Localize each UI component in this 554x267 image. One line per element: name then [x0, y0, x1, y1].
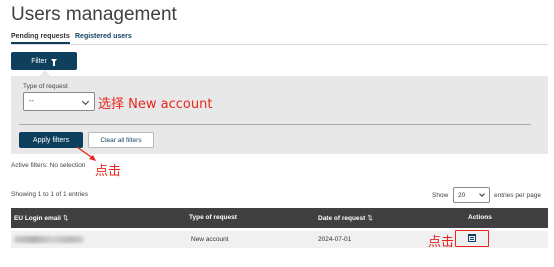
entries-summary: Showing 1 to 1 of 1 entries: [11, 191, 88, 198]
page-size-select[interactable]: 20: [453, 187, 490, 203]
page-title: Users management: [11, 4, 177, 25]
header-date-of-request[interactable]: Date of request ⇅: [318, 214, 373, 222]
show-label: Show: [432, 192, 449, 199]
page-size-value: 20: [458, 192, 466, 199]
active-filters-value: No selection: [49, 162, 86, 169]
action-highlight-box[interactable]: [455, 230, 489, 247]
type-of-request-label: Type of request: [23, 83, 68, 90]
apply-filters-button[interactable]: Apply filters: [19, 132, 83, 148]
tab-registered-users[interactable]: Registered users: [75, 33, 132, 40]
filter-divider: [19, 124, 531, 125]
sort-icon: ⇅: [62, 215, 69, 222]
sort-icon: ⇅: [367, 215, 373, 222]
annotation-apply-hint: 点击: [95, 164, 122, 179]
tab-bar: Pending requests Registered users: [11, 31, 548, 45]
type-of-request-select[interactable]: --: [23, 92, 95, 111]
chevron-down-icon: [479, 191, 485, 197]
type-of-request-value: --: [29, 98, 34, 105]
chevron-down-icon: [81, 97, 90, 106]
funnel-icon: [50, 59, 57, 66]
cell-type-of-request: New account: [191, 236, 229, 243]
header-eu-login-email[interactable]: EU Login email ⇅: [14, 214, 68, 222]
table-header: EU Login email ⇅ Type of request Date of …: [11, 208, 548, 228]
filter-button[interactable]: Filter: [11, 52, 77, 70]
active-filters: Active filters: No selection: [11, 162, 85, 169]
redacted-email: [14, 236, 84, 243]
calendar-icon[interactable]: [468, 234, 476, 242]
annotation-select-hint: 选择 New account: [98, 97, 213, 112]
tab-pending-requests[interactable]: Pending requests: [11, 33, 70, 44]
per-page-label: entries per page: [494, 192, 541, 199]
annotation-action-hint: 点击: [428, 235, 455, 250]
header-actions: Actions: [468, 214, 492, 221]
active-filters-label: Active filters:: [11, 162, 48, 169]
filter-button-label: Filter: [31, 57, 47, 65]
header-type-of-request: Type of request: [189, 214, 237, 221]
cell-date-of-request: 2024-07-01: [318, 236, 352, 243]
